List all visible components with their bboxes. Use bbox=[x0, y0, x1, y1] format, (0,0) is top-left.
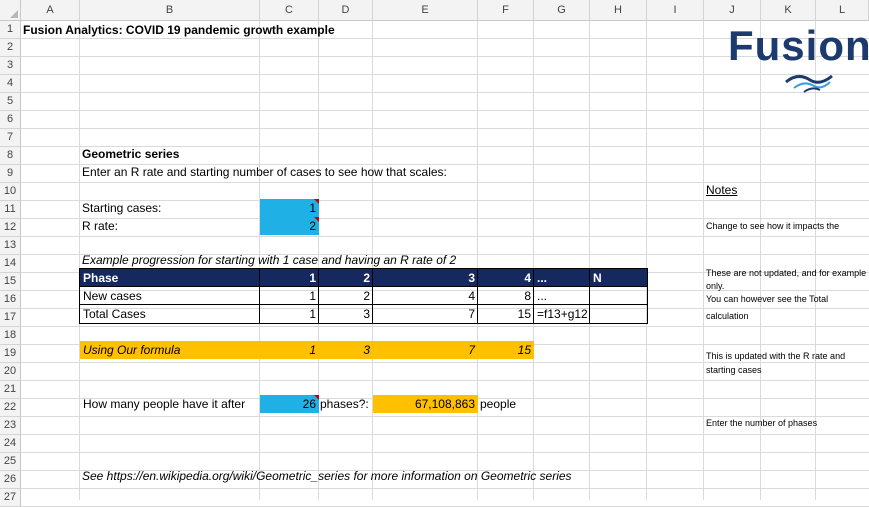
formula-value-1[interactable]: 1 bbox=[260, 341, 319, 359]
total-cases-3[interactable]: 7 bbox=[373, 305, 478, 323]
row-header-19[interactable]: 19 bbox=[0, 345, 21, 363]
row-header-9[interactable]: 9 bbox=[0, 165, 21, 183]
column-header-c[interactable]: C bbox=[260, 0, 319, 21]
total-cases-4[interactable]: 15 bbox=[478, 305, 534, 323]
row-header-8[interactable]: 8 bbox=[0, 147, 21, 165]
row-header-23[interactable]: 23 bbox=[0, 417, 21, 435]
row-header-20[interactable]: 20 bbox=[0, 363, 21, 381]
column-header-k[interactable]: K bbox=[761, 0, 816, 21]
total-cases-formula[interactable]: =f13+g12 bbox=[534, 305, 590, 323]
logo-wordmark: Fusion bbox=[728, 22, 869, 69]
row-header-17[interactable]: 17 bbox=[0, 309, 21, 327]
table-header-3[interactable]: 3 bbox=[373, 269, 478, 287]
table-header-ellipsis[interactable]: ... bbox=[534, 269, 590, 287]
total-cases-1[interactable]: 1 bbox=[260, 305, 319, 323]
table-header-phase[interactable]: Phase bbox=[80, 269, 260, 287]
geometric-heading[interactable]: Geometric series bbox=[82, 145, 260, 163]
formula-label[interactable]: Using Our formula bbox=[80, 341, 260, 359]
new-cases-1[interactable]: 1 bbox=[260, 287, 319, 305]
column-header-h[interactable]: H bbox=[590, 0, 647, 21]
row-header-11[interactable]: 11 bbox=[0, 201, 21, 219]
table-header-1[interactable]: 1 bbox=[260, 269, 319, 287]
row-header-13[interactable]: 13 bbox=[0, 237, 21, 255]
column-header-f[interactable]: F bbox=[478, 0, 534, 21]
column-header-j[interactable]: J bbox=[704, 0, 761, 21]
example-caption[interactable]: Example progression for starting with 1 … bbox=[82, 251, 502, 269]
table-header-4[interactable]: 4 bbox=[478, 269, 534, 287]
column-header-d[interactable]: D bbox=[319, 0, 373, 21]
row-header-16[interactable]: 16 bbox=[0, 291, 21, 309]
note-not-updated-3[interactable]: You can however see the Total bbox=[706, 293, 866, 305]
new-cases-ellipsis[interactable]: ... bbox=[534, 287, 590, 305]
note-not-updated-4[interactable]: calculation bbox=[706, 307, 866, 321]
new-cases-label[interactable]: New cases bbox=[80, 287, 260, 305]
phases-question-label[interactable]: How many people have it after bbox=[80, 395, 260, 413]
column-header-a[interactable]: A bbox=[21, 0, 80, 21]
row-header-24[interactable]: 24 bbox=[0, 435, 21, 453]
row-header-10[interactable]: 10 bbox=[0, 183, 21, 201]
note-change[interactable]: Change to see how it impacts the bbox=[706, 217, 866, 235]
column-header-e[interactable]: E bbox=[373, 0, 478, 21]
new-cases-2[interactable]: 2 bbox=[319, 287, 373, 305]
logo-wave-icon bbox=[785, 74, 833, 93]
row-header-12[interactable]: 12 bbox=[0, 219, 21, 237]
row-header-5[interactable]: 5 bbox=[0, 93, 21, 111]
row-header-3[interactable]: 3 bbox=[0, 57, 21, 75]
row-header-4[interactable]: 4 bbox=[0, 75, 21, 93]
note-enter-phases[interactable]: Enter the number of phases bbox=[706, 414, 866, 432]
row-header-2[interactable]: 2 bbox=[0, 39, 21, 57]
footnote[interactable]: See https://en.wikipedia.org/wiki/Geomet… bbox=[82, 467, 642, 485]
note-not-updated-2[interactable]: only. bbox=[706, 280, 866, 292]
new-cases-4[interactable]: 8 bbox=[478, 287, 534, 305]
row-header-21[interactable]: 21 bbox=[0, 381, 21, 399]
starting-cases-label[interactable]: Starting cases: bbox=[82, 199, 260, 217]
starting-cases-input[interactable]: 1 bbox=[260, 199, 319, 217]
row-header-18[interactable]: 18 bbox=[0, 327, 21, 345]
phases-input[interactable]: 26 bbox=[260, 395, 319, 413]
r-rate-input[interactable]: 2 bbox=[260, 217, 319, 235]
row-header-27[interactable]: 27 bbox=[0, 489, 21, 507]
people-result[interactable]: 67,108,863 bbox=[373, 395, 478, 413]
new-cases-n[interactable] bbox=[590, 287, 647, 305]
phases-suffix[interactable]: phases?: bbox=[320, 395, 373, 413]
note-not-updated-1[interactable]: These are not updated, and for example bbox=[706, 267, 869, 279]
total-cases-2[interactable]: 3 bbox=[319, 305, 373, 323]
formula-value-2[interactable]: 3 bbox=[319, 341, 373, 359]
formula-value-4[interactable]: 15 bbox=[478, 341, 534, 359]
row-header-22[interactable]: 22 bbox=[0, 399, 21, 417]
row-header-1[interactable]: 1 bbox=[0, 21, 21, 39]
total-cases-label[interactable]: Total Cases bbox=[80, 305, 260, 323]
note-updated-1[interactable]: This is updated with the R rate and bbox=[706, 347, 866, 361]
table-header-n[interactable]: N bbox=[590, 269, 647, 287]
table-header-2[interactable]: 2 bbox=[319, 269, 373, 287]
column-header-g[interactable]: G bbox=[534, 0, 590, 21]
geometric-instruction[interactable]: Enter an R rate and starting number of c… bbox=[82, 163, 482, 181]
formula-value-3[interactable]: 7 bbox=[373, 341, 478, 359]
select-all-corner[interactable] bbox=[0, 0, 21, 21]
column-header-i[interactable]: I bbox=[647, 0, 704, 21]
r-rate-label[interactable]: R rate: bbox=[82, 217, 260, 235]
row-header-14[interactable]: 14 bbox=[0, 255, 21, 273]
fusion-logo: Fusion bbox=[726, 22, 869, 96]
new-cases-3[interactable]: 4 bbox=[373, 287, 478, 305]
sheet-title[interactable]: Fusion Analytics: COVID 19 pandemic grow… bbox=[23, 21, 423, 39]
people-suffix[interactable]: people bbox=[480, 395, 534, 413]
notes-heading[interactable]: Notes bbox=[706, 181, 766, 199]
total-cases-n[interactable] bbox=[590, 305, 647, 323]
row-header-6[interactable]: 6 bbox=[0, 111, 21, 129]
row-header-26[interactable]: 26 bbox=[0, 471, 21, 489]
row-header-25[interactable]: 25 bbox=[0, 453, 21, 471]
column-header-b[interactable]: B bbox=[80, 0, 260, 21]
row-header-15[interactable]: 15 bbox=[0, 273, 21, 291]
column-header-l[interactable]: L bbox=[816, 0, 869, 21]
note-updated-2[interactable]: starting cases bbox=[706, 361, 866, 375]
row-header-7[interactable]: 7 bbox=[0, 129, 21, 147]
